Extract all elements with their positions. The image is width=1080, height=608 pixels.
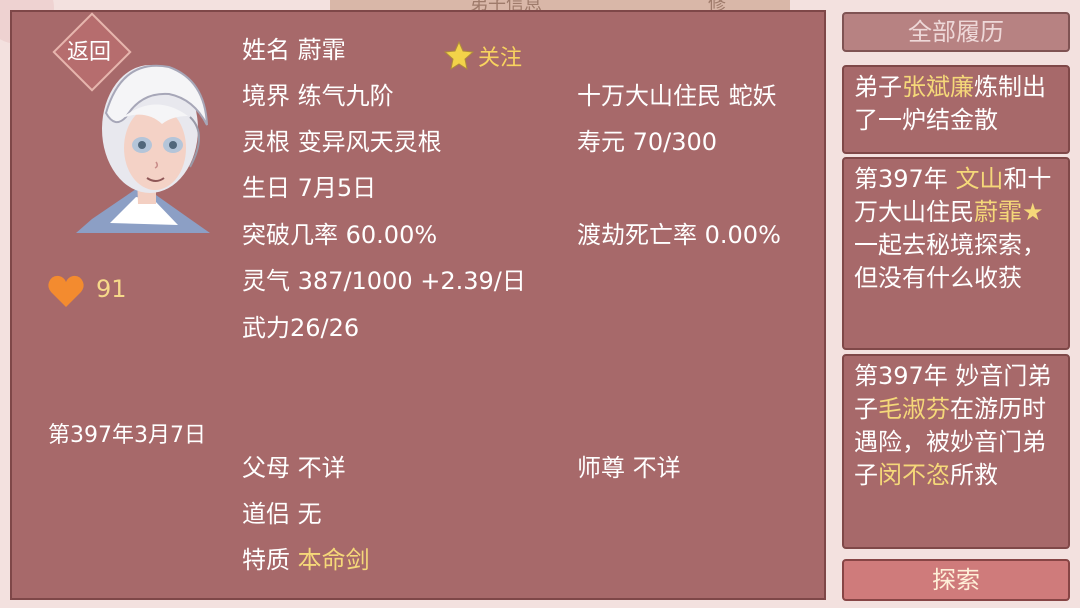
tribulation-death-rate-field: 渡劫死亡率 0.00%: [577, 215, 781, 250]
history-sidebar: 全部履历 弟子张斌廉炼制出了一炉结金散 第397年 文山和十万大山住民蔚霏★一起…: [842, 12, 1070, 604]
breakthrough-chance-value: 60.00%: [345, 221, 438, 249]
companion-label: 道侣: [242, 500, 290, 528]
trait-label: 特质: [242, 546, 290, 574]
parents-field: 父母 不详: [242, 448, 346, 483]
back-button[interactable]: 返回: [50, 26, 128, 80]
master-field: 师尊 不详: [577, 448, 681, 483]
spirit-root-label: 灵根: [242, 128, 290, 156]
origin-value: 蛇妖: [728, 82, 777, 110]
breakthrough-chance-field: 突破几率 60.00%: [242, 215, 437, 250]
spirit-root-field: 灵根 变异风天灵根: [242, 122, 442, 157]
record-name: 张斌廉: [902, 73, 974, 101]
force-field: 武力26/26: [242, 308, 359, 343]
realm-field: 境界 练气九阶: [242, 76, 394, 111]
breakthrough-chance-label: 突破几率: [242, 221, 338, 249]
record-name-2: 蔚霏★: [974, 198, 1044, 226]
favor-heart-icon: [48, 275, 84, 307]
follow-label: 关注: [478, 46, 523, 71]
character-info-panel: 返回 91 第397年3月7日 姓名 蔚霏 关注 境界 练气九阶 灵根 变异风天…: [10, 10, 826, 600]
record-prefix: 弟子: [854, 73, 902, 101]
birthday-label: 生日: [242, 174, 290, 202]
realm-value: 练气九阶: [297, 82, 394, 110]
history-record: 第397年 文山和十万大山住民蔚霏★一起去秘境探索，但没有什么收获: [842, 157, 1070, 350]
all-history-button[interactable]: 全部履历: [842, 12, 1070, 52]
name-value: 蔚霏: [297, 36, 346, 64]
master-label: 师尊: [577, 454, 625, 482]
parents-value: 不详: [297, 454, 346, 482]
trait-value: 本命剑: [297, 546, 370, 574]
parents-label: 父母: [242, 454, 290, 482]
lifespan-value: 70/300: [632, 128, 718, 156]
origin-label: 十万大山住民: [577, 82, 721, 110]
record-suffix: 所救: [950, 461, 998, 489]
trait-field: 特质 本命剑: [242, 540, 370, 575]
record-suffix: 一起去秘境探索，但没有什么收获: [854, 231, 1046, 292]
force-label: 武力: [242, 314, 290, 342]
birthday-field: 生日 7月5日: [242, 168, 376, 203]
history-record: 弟子张斌廉炼制出了一炉结金散: [842, 65, 1070, 154]
record-name-2: 闵不恣: [878, 461, 950, 489]
history-record: 第397年 妙音门弟子毛淑芬在游历时遇险，被妙音门弟子闵不恣所救: [842, 354, 1070, 549]
spirit-root-value: 变异风天灵根: [297, 128, 442, 156]
lifespan-label: 寿元: [577, 128, 625, 156]
record-name: 文山: [955, 165, 1004, 193]
birthday-value: 7月5日: [297, 174, 377, 202]
record-name: 毛淑芬: [878, 395, 950, 423]
master-value: 不详: [632, 454, 681, 482]
tribulation-death-rate-value: 0.00%: [704, 221, 781, 249]
force-value: 26/26: [290, 314, 360, 342]
explore-button[interactable]: 探索: [842, 559, 1070, 601]
spirit-energy-label: 灵气: [242, 267, 290, 295]
name-field: 姓名 蔚霏: [242, 30, 346, 65]
origin-field: 十万大山住民 蛇妖: [577, 76, 777, 111]
tribulation-death-rate-label: 渡劫死亡率: [577, 221, 697, 249]
record-prefix: 第397年: [854, 165, 956, 193]
name-label: 姓名: [242, 36, 290, 64]
current-date: 第397年3月7日: [48, 423, 206, 448]
companion-value: 无: [297, 500, 322, 528]
follow-button[interactable]: 关注: [444, 40, 522, 72]
star-icon: [444, 41, 474, 71]
companion-field: 道侣 无: [242, 494, 322, 529]
lifespan-field: 寿元 70/300: [577, 122, 717, 157]
spirit-energy-field: 灵气 387/1000 +2.39/日: [242, 261, 526, 296]
realm-label: 境界: [242, 82, 290, 110]
favor-value: 91: [96, 275, 127, 303]
spirit-energy-value: 387/1000 +2.39/日: [297, 267, 526, 295]
